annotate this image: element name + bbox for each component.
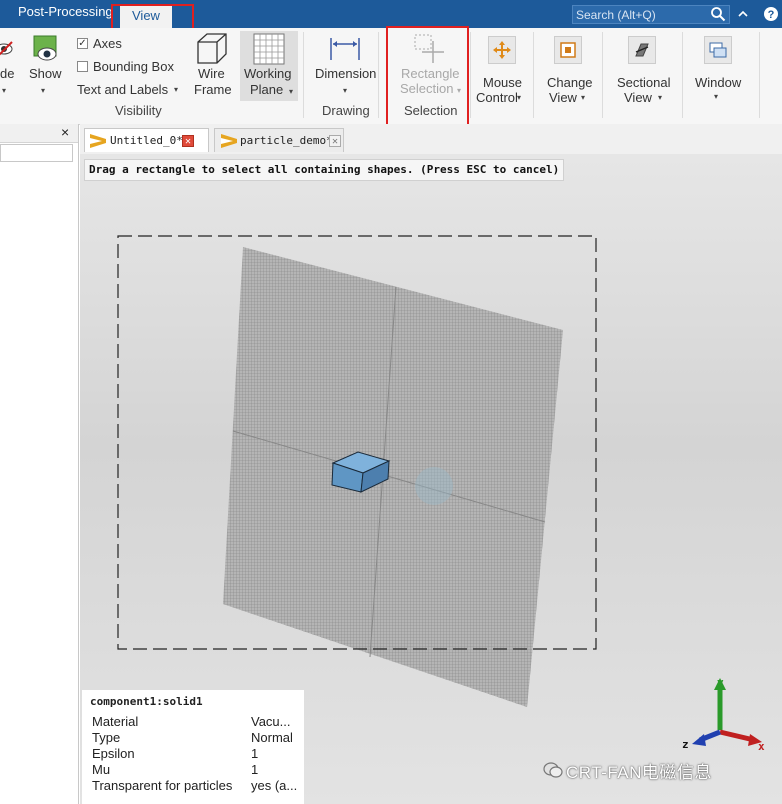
- group-drawing: Drawing: [322, 103, 370, 118]
- property-value: Normal: [251, 730, 293, 745]
- property-key: Transparent for particles: [92, 778, 233, 793]
- particle-source-sphere[interactable]: [415, 467, 453, 505]
- property-row: Mu 1: [92, 762, 302, 778]
- hide-label[interactable]: de: [0, 66, 14, 81]
- rectangle-selection-caret-icon[interactable]: ▾: [457, 86, 461, 95]
- 3d-viewport[interactable]: Drag a rectangle to select all containin…: [80, 154, 782, 804]
- section-plane-icon[interactable]: [633, 41, 651, 59]
- title-bar: Post-Processing View Search (Alt+Q) ?: [0, 0, 782, 28]
- property-row: Epsilon 1: [92, 746, 302, 762]
- fit-view-icon[interactable]: [559, 41, 577, 59]
- tab-particle-demo-label[interactable]: particle_demo*: [240, 129, 333, 153]
- chevron-up-icon[interactable]: [738, 9, 748, 19]
- show-caret-icon[interactable]: ▾: [41, 86, 45, 95]
- working-plane-label-2[interactable]: Plane: [250, 82, 283, 97]
- property-key: Epsilon: [92, 746, 135, 761]
- working-plane-caret-icon[interactable]: ▾: [289, 87, 293, 96]
- svg-text:?: ?: [768, 9, 775, 21]
- axes-label[interactable]: Axes: [93, 36, 122, 51]
- property-row: Material Vacu...: [92, 714, 302, 730]
- sectional-view-caret-icon[interactable]: ▾: [658, 93, 662, 102]
- dimension-icon[interactable]: [328, 36, 362, 62]
- separator: [682, 32, 683, 118]
- move-arrows-icon[interactable]: [492, 40, 512, 60]
- property-value: yes (a...: [251, 778, 298, 793]
- dimension-label[interactable]: Dimension: [315, 66, 376, 81]
- panel-close-icon[interactable]: ×: [61, 124, 69, 140]
- mouse-control-label-1[interactable]: Mouse: [483, 75, 522, 90]
- dimension-caret-icon[interactable]: ▾: [343, 86, 347, 95]
- rectangle-selection-icon[interactable]: [413, 33, 447, 65]
- hide-icon[interactable]: [0, 38, 14, 60]
- mouse-control-caret-icon[interactable]: ▾: [517, 93, 521, 102]
- group-visibility: Visibility: [115, 103, 162, 118]
- bounding-box-label[interactable]: Bounding Box: [93, 59, 174, 74]
- watermark-text: CRT-FAN电磁信息: [566, 763, 712, 782]
- text-labels-caret-icon[interactable]: ▾: [174, 85, 178, 94]
- property-value: 1: [251, 746, 259, 761]
- property-row: Type Normal: [92, 730, 302, 746]
- axis-y-label: y: [717, 676, 724, 689]
- property-row: Transparent for particles yes (a...: [92, 778, 302, 794]
- separator: [602, 32, 603, 118]
- properties-panel: component1:solid1 Material Vacu... Type …: [82, 690, 304, 804]
- change-view-label-2[interactable]: View: [549, 90, 577, 105]
- rectangle-selection-label-1[interactable]: Rectangle: [401, 66, 460, 81]
- tab-view[interactable]: View: [120, 4, 172, 28]
- navigation-tree-panel: ×: [0, 124, 79, 804]
- close-tab-icon[interactable]: ✕: [329, 135, 341, 147]
- change-view-caret-icon[interactable]: ▾: [581, 93, 585, 102]
- sectional-view-label-1[interactable]: Sectional: [617, 75, 670, 90]
- property-value: 1: [251, 762, 259, 777]
- axis-z-label: z: [682, 738, 689, 751]
- window-icon[interactable]: [708, 40, 728, 60]
- ribbon: de ▾ Show ▾ ✓ Axes Bounding Box Text and…: [0, 28, 782, 125]
- separator: [470, 32, 471, 118]
- hide-caret-icon[interactable]: ▾: [2, 86, 6, 95]
- window-caret-icon[interactable]: ▾: [714, 92, 718, 101]
- project-icon: [221, 134, 237, 148]
- separator: [533, 32, 534, 118]
- tab-untitled[interactable]: Untitled_0* ✕: [84, 128, 209, 152]
- tab-untitled-label[interactable]: Untitled_0*: [110, 129, 183, 153]
- properties-header: component1:solid1: [90, 695, 203, 708]
- property-value: Vacu...: [251, 714, 291, 729]
- separator: [759, 32, 760, 118]
- close-tab-icon[interactable]: ✕: [182, 135, 194, 147]
- wire-frame-label-1[interactable]: Wire: [198, 66, 225, 81]
- change-view-label-1[interactable]: Change: [547, 75, 593, 90]
- axes-triad: y x z: [682, 676, 765, 753]
- document-tab-strip: Untitled_0* ✕ particle_demo* ✕: [80, 124, 782, 155]
- wire-frame-label-2[interactable]: Frame: [194, 82, 232, 97]
- separator: [303, 32, 304, 118]
- search-icon[interactable]: [710, 6, 726, 22]
- working-plane-grid: [223, 247, 563, 707]
- show-icon[interactable]: [32, 34, 58, 64]
- help-icon[interactable]: ?: [763, 6, 779, 22]
- property-key: Type: [92, 730, 121, 745]
- search-input[interactable]: Search (Alt+Q): [572, 5, 730, 24]
- axis-x-label: x: [758, 740, 765, 753]
- wechat-icon: [543, 762, 563, 778]
- mouse-control-label-2[interactable]: Control: [476, 90, 518, 105]
- property-key: Material: [92, 714, 139, 729]
- tab-particle-demo[interactable]: particle_demo* ✕: [214, 128, 344, 152]
- working-plane-icon[interactable]: [253, 33, 285, 65]
- property-key: Mu: [92, 762, 111, 777]
- show-label[interactable]: Show: [29, 66, 62, 81]
- text-labels-dropdown[interactable]: Text and Labels: [77, 82, 168, 97]
- separator: [378, 32, 379, 118]
- tab-post-processing[interactable]: Post-Processing: [18, 4, 113, 19]
- axes-checkbox[interactable]: ✓: [77, 38, 88, 49]
- project-icon: [90, 134, 106, 148]
- tree-filter-input[interactable]: [0, 144, 73, 162]
- sectional-view-label-2[interactable]: View: [624, 90, 652, 105]
- rectangle-selection-label-2[interactable]: Selection: [400, 81, 453, 96]
- working-plane-label-1[interactable]: Working: [244, 66, 291, 81]
- window-label[interactable]: Window: [695, 75, 741, 90]
- group-selection: Selection: [404, 103, 458, 118]
- wire-frame-icon[interactable]: [195, 32, 229, 66]
- bounding-box-checkbox[interactable]: [77, 61, 88, 72]
